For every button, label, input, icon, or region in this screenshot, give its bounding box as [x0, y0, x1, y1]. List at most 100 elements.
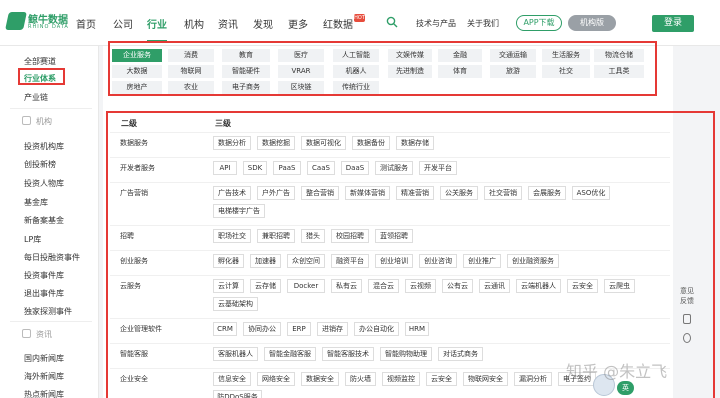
- level3-tag[interactable]: 云视频: [405, 279, 436, 293]
- level3-tag[interactable]: 物联网安全: [463, 372, 508, 386]
- level3-tag[interactable]: 漏洞分析: [514, 372, 552, 386]
- level3-tag[interactable]: 进销存: [317, 322, 348, 336]
- category-chip[interactable]: 旅游: [490, 65, 536, 78]
- level3-tag[interactable]: 众创空间: [287, 254, 325, 268]
- level3-tag[interactable]: SDK: [243, 161, 267, 175]
- level3-tag[interactable]: 云存储: [250, 279, 281, 293]
- level3-tag[interactable]: 数据存储: [396, 136, 434, 150]
- language-badge[interactable]: 英: [617, 381, 634, 395]
- level3-tag[interactable]: 视频监控: [382, 372, 420, 386]
- level3-tag[interactable]: 智能客服技术: [322, 347, 374, 361]
- level3-tag[interactable]: 校园招聘: [331, 229, 369, 243]
- level3-tag[interactable]: 户外广告: [257, 186, 295, 200]
- level3-tag[interactable]: ASO优化: [572, 186, 610, 200]
- level3-tag[interactable]: 云通讯: [479, 279, 510, 293]
- level3-tag[interactable]: 新媒体营销: [345, 186, 390, 200]
- category-chip[interactable]: 先进制造: [388, 65, 432, 78]
- mobile-icon[interactable]: [683, 314, 691, 324]
- level2-label[interactable]: 企业安全: [120, 372, 148, 386]
- sidebar-item-fund-db[interactable]: 基金库: [24, 197, 48, 208]
- level3-tag[interactable]: 电梯楼宇广告: [213, 204, 265, 218]
- level3-tag[interactable]: 数据挖掘: [257, 136, 295, 150]
- category-chip[interactable]: 社交: [542, 65, 590, 78]
- level3-tag[interactable]: 云爬虫: [604, 279, 635, 293]
- nav-red-data[interactable]: 红数据: [323, 16, 353, 31]
- level3-tag[interactable]: 数据分析: [213, 136, 251, 150]
- level3-tag[interactable]: 孵化器: [213, 254, 244, 268]
- category-chip[interactable]: 物流仓储: [594, 49, 644, 62]
- level3-tag[interactable]: 创业融资服务: [507, 254, 559, 268]
- level3-tag[interactable]: 公有云: [442, 279, 473, 293]
- login-button[interactable]: 登录: [652, 15, 694, 32]
- sidebar-item-new-fund[interactable]: 新备案基金: [24, 215, 64, 226]
- category-chip[interactable]: 房地产: [112, 81, 162, 94]
- level3-tag[interactable]: 测试服务: [375, 161, 413, 175]
- level3-tag[interactable]: 创业推广: [463, 254, 501, 268]
- level3-tag[interactable]: 创业培训: [375, 254, 413, 268]
- category-chip[interactable]: 交通运输: [490, 49, 536, 62]
- sidebar-item-industry-chain[interactable]: 产业链: [24, 92, 48, 103]
- category-chip[interactable]: 电子商务: [222, 81, 270, 94]
- level3-tag[interactable]: 数据安全: [301, 372, 339, 386]
- level3-tag[interactable]: CRM: [213, 322, 237, 336]
- sidebar-item-lp-db[interactable]: LP库: [24, 234, 41, 245]
- category-chip[interactable]: 农业: [168, 81, 214, 94]
- sidebar-item-all-tracks[interactable]: 全部赛道: [24, 56, 56, 67]
- level3-tag[interactable]: 兼职招聘: [257, 229, 295, 243]
- category-chip[interactable]: 机器人: [333, 65, 379, 78]
- brand-logo[interactable]: 鲸牛数据 RHINO DATA: [5, 10, 68, 34]
- level3-tag[interactable]: 广告技术: [213, 186, 251, 200]
- category-chip[interactable]: 大数据: [112, 65, 162, 78]
- level3-tag[interactable]: 蓝领招聘: [375, 229, 413, 243]
- level3-tag[interactable]: 创业咨询: [419, 254, 457, 268]
- level3-tag[interactable]: API: [213, 161, 237, 175]
- sidebar-item-hot-news[interactable]: 热点新闻库: [24, 389, 64, 398]
- level3-tag[interactable]: 云安全: [567, 279, 598, 293]
- nav-industry[interactable]: 行业: [147, 16, 167, 31]
- feedback-label[interactable]: 意见: [680, 286, 694, 296]
- headset-icon[interactable]: [683, 333, 691, 343]
- nav-company[interactable]: 公司: [113, 16, 133, 31]
- category-chip[interactable]: 医疗: [278, 49, 324, 62]
- level3-tag[interactable]: Docker: [287, 279, 325, 293]
- level3-tag[interactable]: 融资平台: [331, 254, 369, 268]
- level3-tag[interactable]: 会展服务: [528, 186, 566, 200]
- category-chip[interactable]: 传统行业: [333, 81, 379, 94]
- level3-tag[interactable]: 信息安全: [213, 372, 251, 386]
- category-chip[interactable]: 智能硬件: [222, 65, 270, 78]
- nav-institution[interactable]: 机构: [184, 16, 204, 31]
- nav-news[interactable]: 资讯: [218, 16, 238, 31]
- level3-tag[interactable]: 社交营销: [484, 186, 522, 200]
- level3-tag[interactable]: 整合营销: [301, 186, 339, 200]
- sidebar-item-investor-db[interactable]: 投资机构库: [24, 141, 64, 152]
- level3-tag[interactable]: 数据可视化: [301, 136, 346, 150]
- level3-tag[interactable]: HRM: [405, 322, 429, 336]
- level3-tag[interactable]: 云安全: [426, 372, 457, 386]
- level3-tag[interactable]: 加速器: [250, 254, 281, 268]
- level2-label[interactable]: 云服务: [120, 279, 141, 293]
- search-icon[interactable]: [386, 16, 398, 28]
- level3-tag[interactable]: 防DDoS服务: [213, 390, 262, 398]
- level2-label[interactable]: 广告营销: [120, 186, 148, 200]
- institution-version-button[interactable]: 机构版: [568, 15, 616, 31]
- sidebar-item-daily-deals[interactable]: 每日投融资事件: [24, 252, 80, 263]
- level3-tag[interactable]: 职场社交: [213, 229, 251, 243]
- sidebar-item-exclusive-events[interactable]: 独家探测事件: [24, 306, 72, 317]
- level2-label[interactable]: 企业管理软件: [120, 322, 162, 336]
- level3-tag[interactable]: ERP: [287, 322, 311, 336]
- level3-tag[interactable]: 混合云: [368, 279, 399, 293]
- level2-label[interactable]: 创业服务: [120, 254, 148, 268]
- sidebar-item-overseas-news[interactable]: 海外新闻库: [24, 371, 64, 382]
- nav-more[interactable]: 更多: [288, 16, 308, 31]
- level3-tag[interactable]: CaaS: [307, 161, 335, 175]
- level3-tag[interactable]: 智能金融客服: [264, 347, 316, 361]
- nav-about-us[interactable]: 关于我们: [467, 18, 499, 29]
- level3-tag[interactable]: 精准营销: [396, 186, 434, 200]
- feedback-label[interactable]: 反馈: [680, 296, 694, 306]
- nav-home[interactable]: 首页: [76, 16, 96, 31]
- level3-tag[interactable]: 防火墙: [345, 372, 376, 386]
- category-chip[interactable]: 文娱传媒: [388, 49, 432, 62]
- category-chip[interactable]: 生活服务: [542, 49, 590, 62]
- category-chip[interactable]: 金融: [438, 49, 482, 62]
- level2-label[interactable]: 招聘: [120, 229, 134, 243]
